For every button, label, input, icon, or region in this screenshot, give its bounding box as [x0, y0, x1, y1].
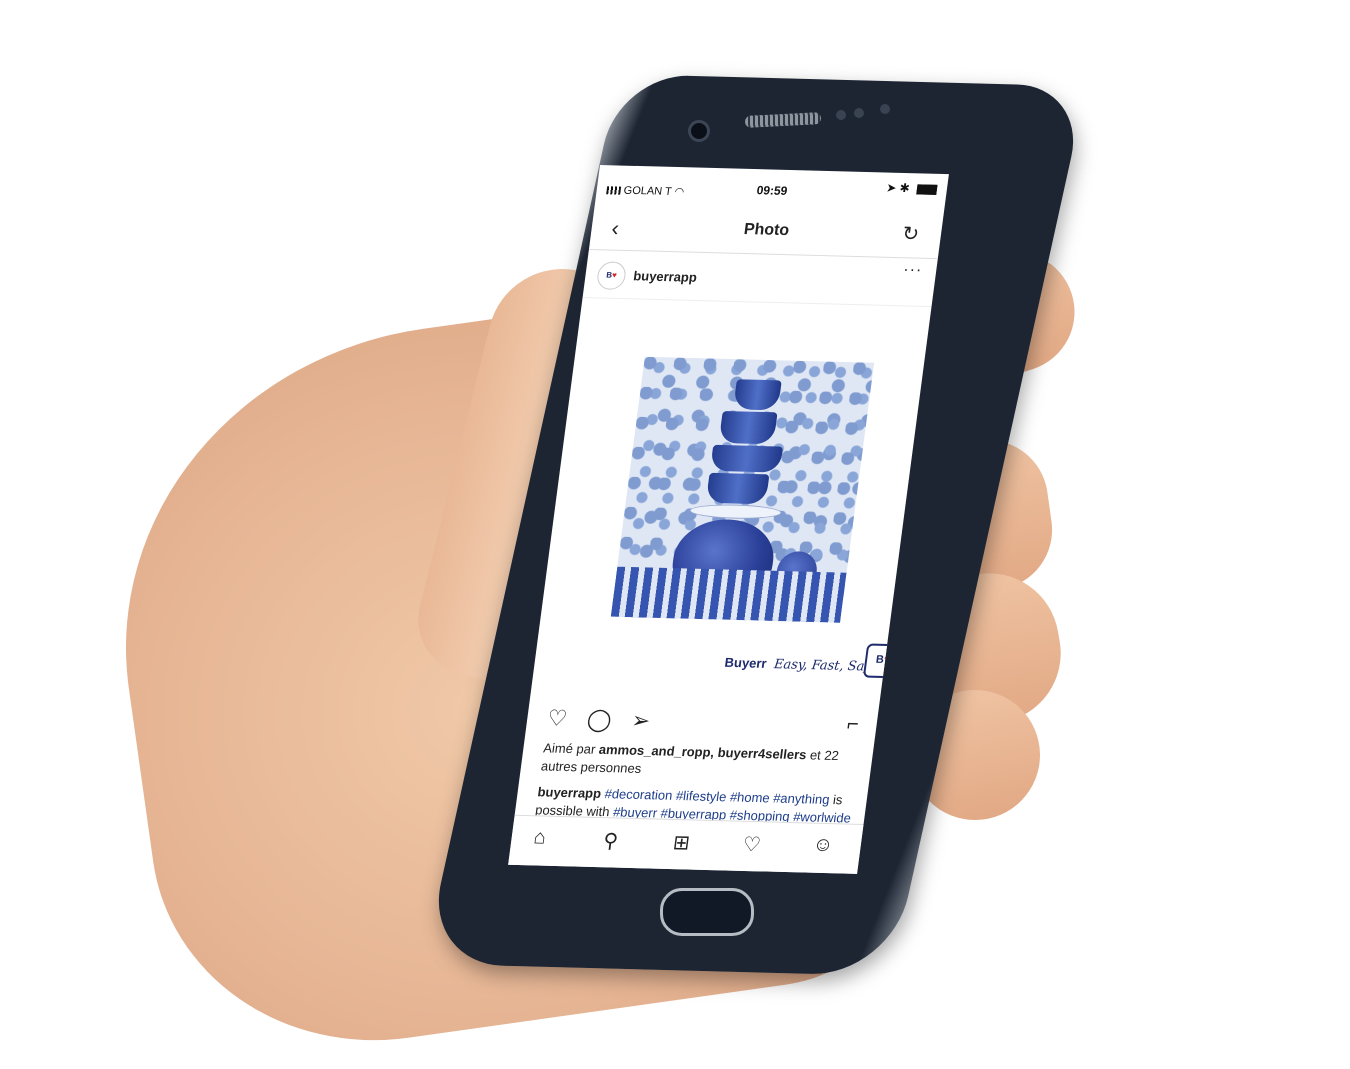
front-camera	[688, 120, 710, 142]
caption-hashtags-1[interactable]: #decoration #lifestyle #home #anything	[604, 786, 831, 807]
location-bluetooth-icons: ➤ ✱	[885, 180, 911, 196]
brand-name: Buyerr	[723, 654, 768, 671]
likes-prefix: Aimé par	[542, 740, 597, 757]
more-icon[interactable]: ···	[902, 261, 923, 279]
likes-users[interactable]: ammos_and_ropp, buyerr4sellers	[598, 742, 807, 762]
post-image[interactable]	[610, 356, 875, 623]
caption-username[interactable]: buyerrapp	[537, 784, 602, 801]
battery-icon	[916, 184, 938, 195]
profile-icon[interactable]: ☺	[811, 834, 834, 858]
image-cup	[705, 472, 770, 505]
sensor-dot	[854, 108, 864, 118]
brand-tagline: Easy, Fast, Safe	[773, 657, 878, 675]
image-cup	[718, 410, 778, 445]
post-username[interactable]: buyerrapp	[632, 268, 697, 285]
sensor-dot	[836, 110, 846, 120]
status-time: 09:59	[755, 183, 789, 198]
send-icon[interactable]: ➢	[630, 708, 652, 733]
refresh-icon[interactable]: ↻	[901, 221, 921, 246]
bottom-tab-bar: ⌂ ⚲ ⊞ ♡ ☺	[508, 814, 864, 874]
avatar[interactable]: B♥	[595, 261, 628, 291]
navigation-bar: ‹ Photo ↻	[588, 204, 944, 260]
sensor-dot	[880, 104, 890, 114]
carrier-name: GOLAN T	[622, 184, 673, 198]
brand-watermark: Buyerr Easy, Fast, Safe	[724, 655, 878, 675]
image-saucer	[688, 503, 783, 520]
heart-icon: ♥	[611, 270, 618, 280]
image-cup	[732, 379, 782, 411]
signal-icon	[606, 186, 622, 195]
bookmark-icon[interactable]: ⌐	[845, 713, 861, 736]
status-carrier-group: GOLAN T ◠	[606, 183, 685, 198]
search-icon[interactable]: ⚲	[602, 828, 620, 853]
likes-text: Aimé par ammos_and_ropp, buyerr4sellers …	[540, 739, 864, 783]
wifi-icon: ◠	[673, 186, 685, 199]
home-button[interactable]	[660, 888, 754, 936]
image-tablecloth	[610, 566, 847, 623]
home-icon[interactable]: ⌂	[532, 826, 547, 849]
page-title: Photo	[742, 220, 791, 240]
comment-icon[interactable]: ◯	[586, 706, 614, 732]
status-right-group: ➤ ✱	[885, 180, 938, 196]
post-header: B♥ buyerrapp ···	[582, 252, 938, 308]
like-icon[interactable]: ♡	[546, 705, 569, 731]
image-cup	[709, 444, 784, 473]
activity-heart-icon[interactable]: ♡	[741, 832, 762, 857]
add-icon[interactable]: ⊞	[671, 830, 692, 855]
post-actions: ♡ ◯ ➢	[546, 705, 666, 734]
